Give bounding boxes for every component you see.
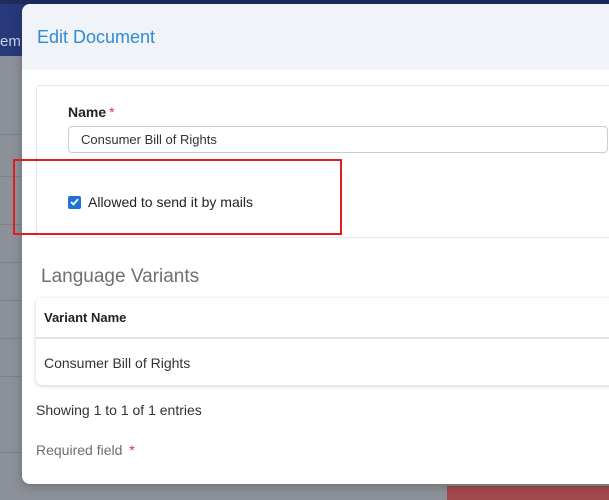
background-row-divider [0,262,22,263]
background-row-divider [0,338,22,339]
background-row-divider [0,452,22,453]
background-red-strip [447,486,609,500]
allow-mail-option[interactable]: Allowed to send it by mails [67,194,253,210]
column-header-variant-name[interactable]: Variant Name [44,310,126,325]
language-variants-table: Variant Name Consumer Bill of Rights [36,298,609,385]
document-form-card: Name* Allowed to send it by mails [36,85,609,238]
background-row-divider [0,224,22,225]
table-header: Variant Name [36,298,609,339]
background-row-divider [0,176,22,177]
modal-title: Edit Document [37,27,156,47]
background-row-divider [0,300,22,301]
required-field-note: Required field * [36,442,135,458]
background-nav-text: em [0,33,21,50]
table-entries-info: Showing 1 to 1 of 1 entries [36,402,202,418]
required-asterisk: * [109,104,115,120]
edit-document-modal: Edit Document Name* Allowed to send it b… [22,4,609,484]
required-asterisk: * [129,442,135,458]
name-field-label: Name * [68,104,115,120]
checkmark-icon [70,198,79,206]
allow-mail-checkbox[interactable] [68,195,81,209]
modal-header: Edit Document [22,4,609,70]
name-label-text: Name [68,104,107,120]
allow-mail-label[interactable]: Allowed to send it by mails [88,194,253,210]
table-row[interactable]: Consumer Bill of Rights [44,355,190,371]
background-row-divider [0,134,22,135]
name-input[interactable] [68,126,608,153]
background-row-divider [0,376,22,377]
required-note-text: Required field [36,442,123,458]
language-variants-title: Language Variants [41,266,200,287]
